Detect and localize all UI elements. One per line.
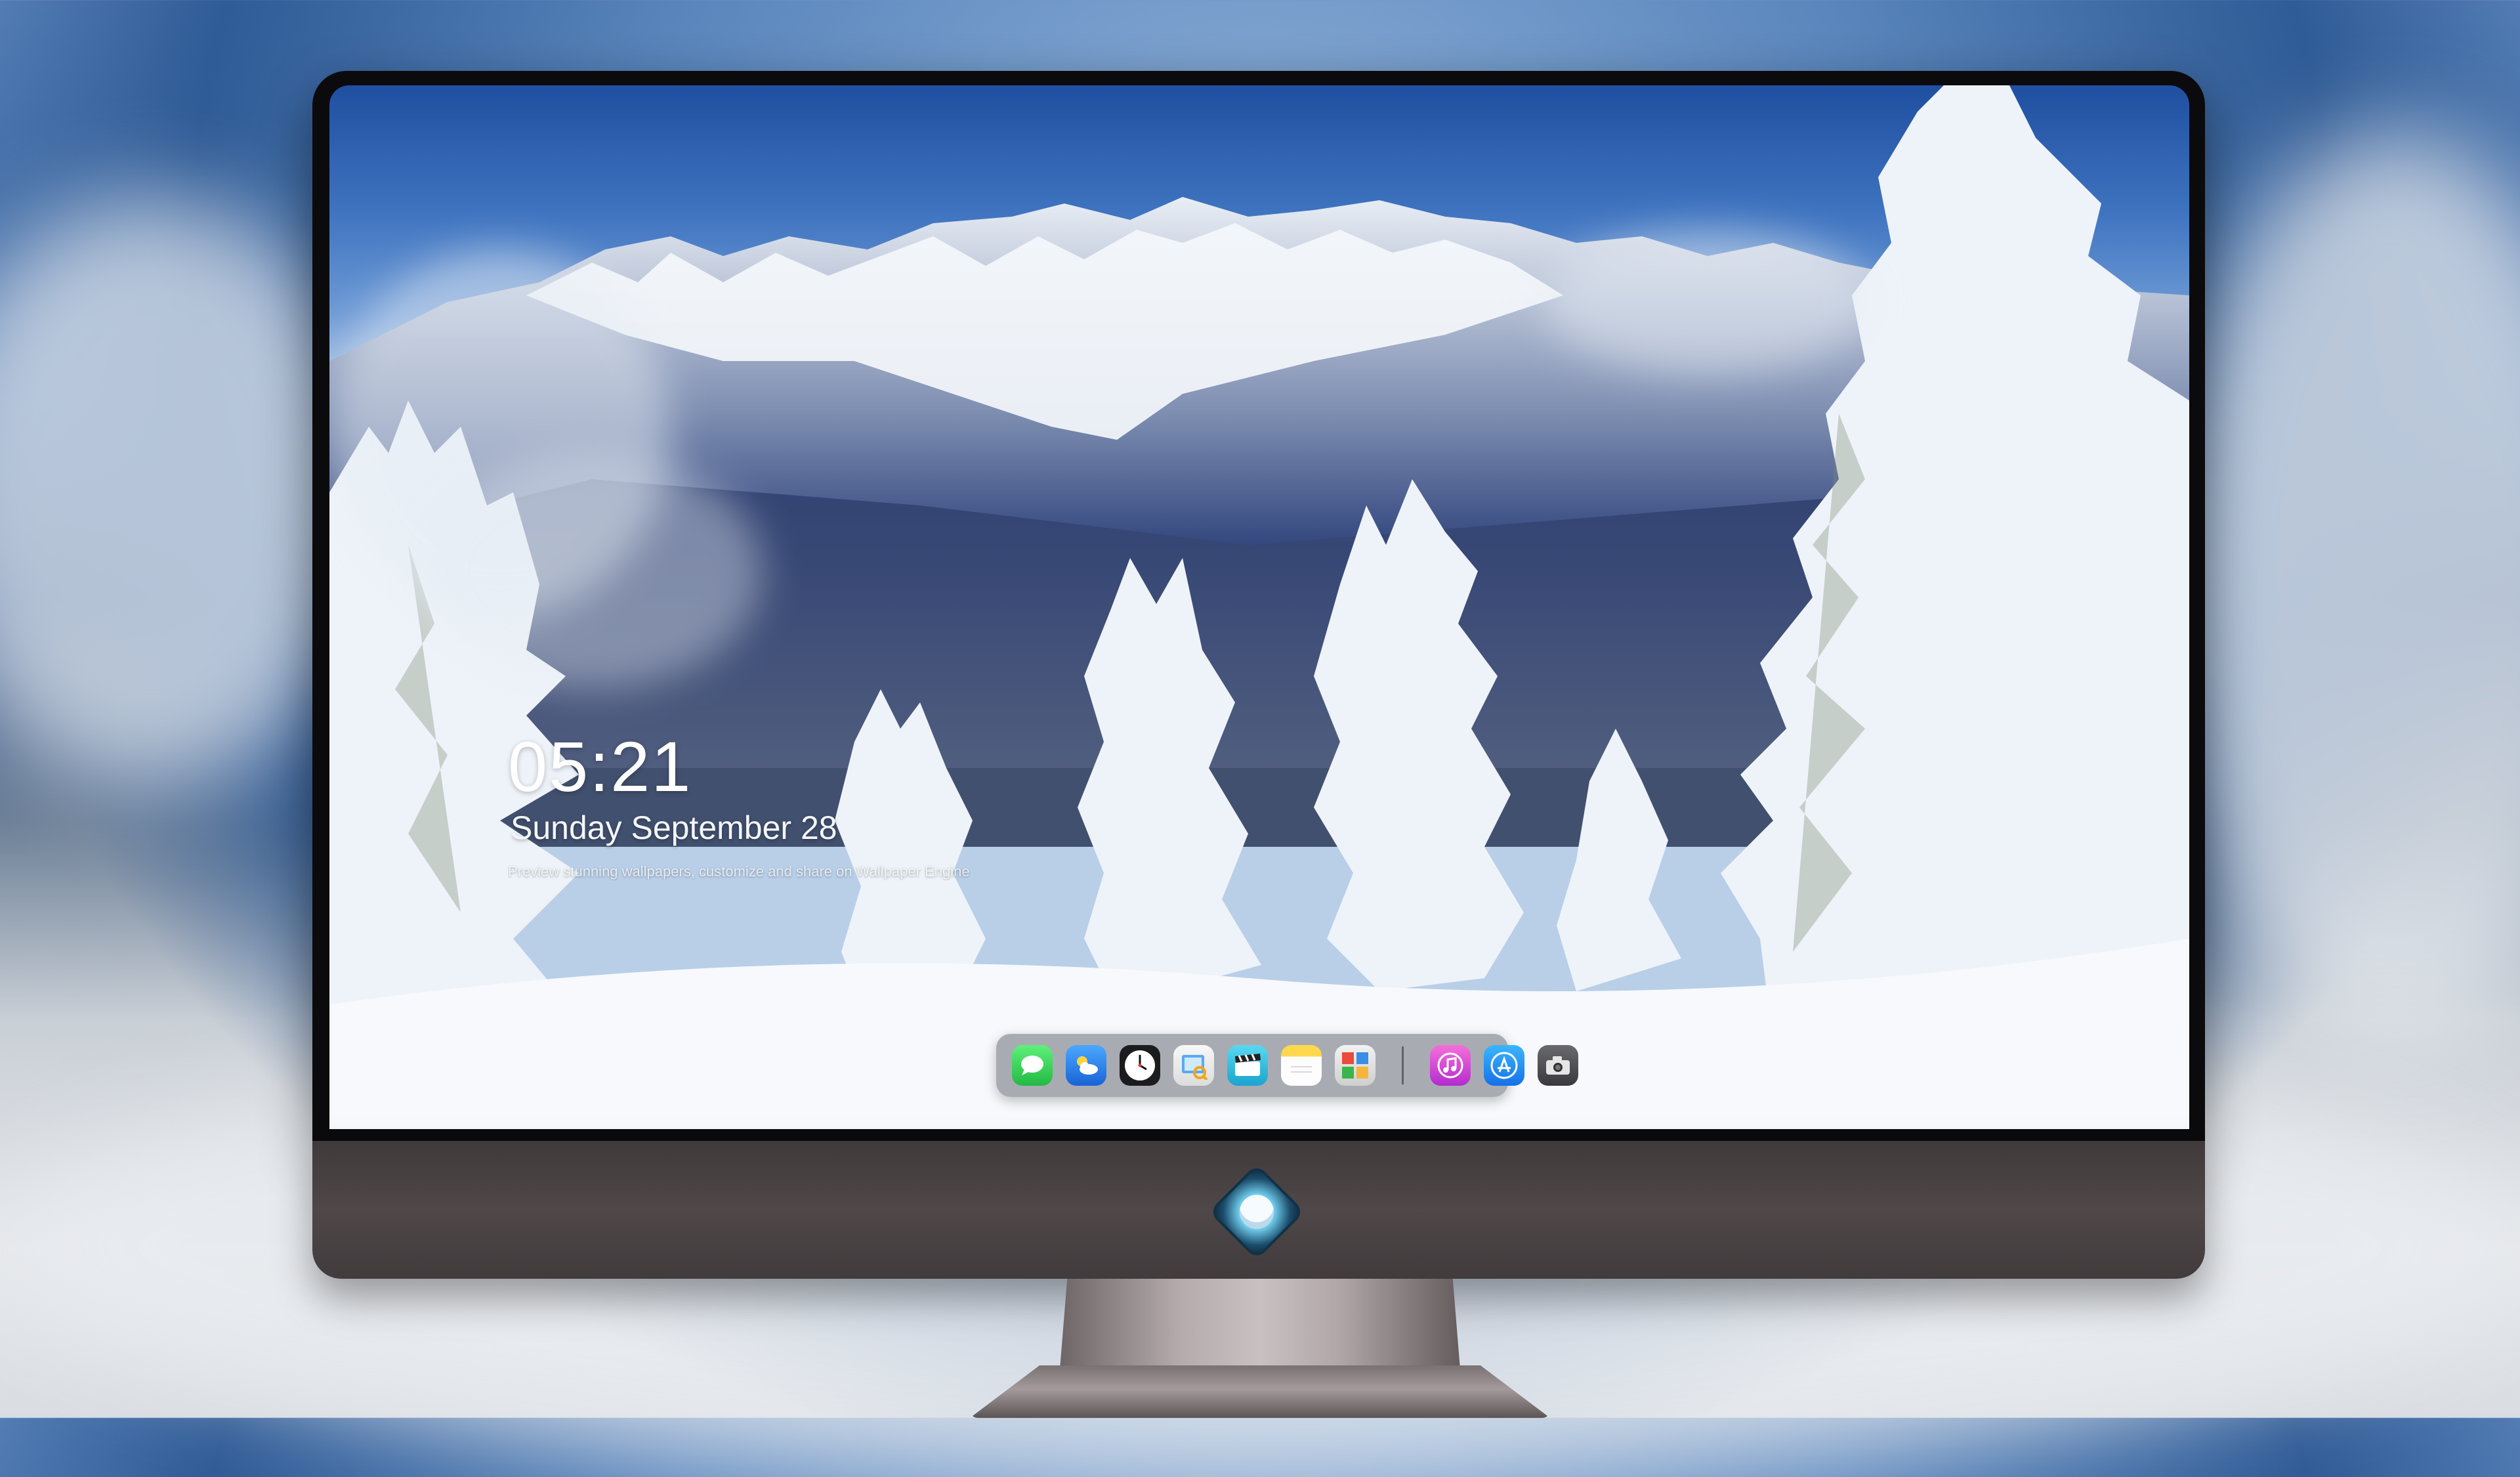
lock-date: Sunday September 28 [511,809,837,846]
cloud [1544,230,1872,374]
lock-caption: Preview stunning wallpapers, customize a… [508,863,970,880]
lock-clock: 05:21 [508,727,692,806]
monitor-stand-base [970,1365,1550,1418]
monitor-chin [312,1141,2205,1279]
monitor-logo-icon [1212,1167,1301,1256]
monitor: 05:21 Sunday September 28 Preview stunni… [312,71,2205,1279]
background-snow-blur-right [2166,131,2520,1050]
monitor-stand-neck [1059,1279,1461,1377]
monitor-bezel: 05:21 Sunday September 28 Preview stunni… [312,71,2205,1141]
screen: 05:21 Sunday September 28 Preview stunni… [329,85,2189,1129]
cloud [421,453,763,689]
